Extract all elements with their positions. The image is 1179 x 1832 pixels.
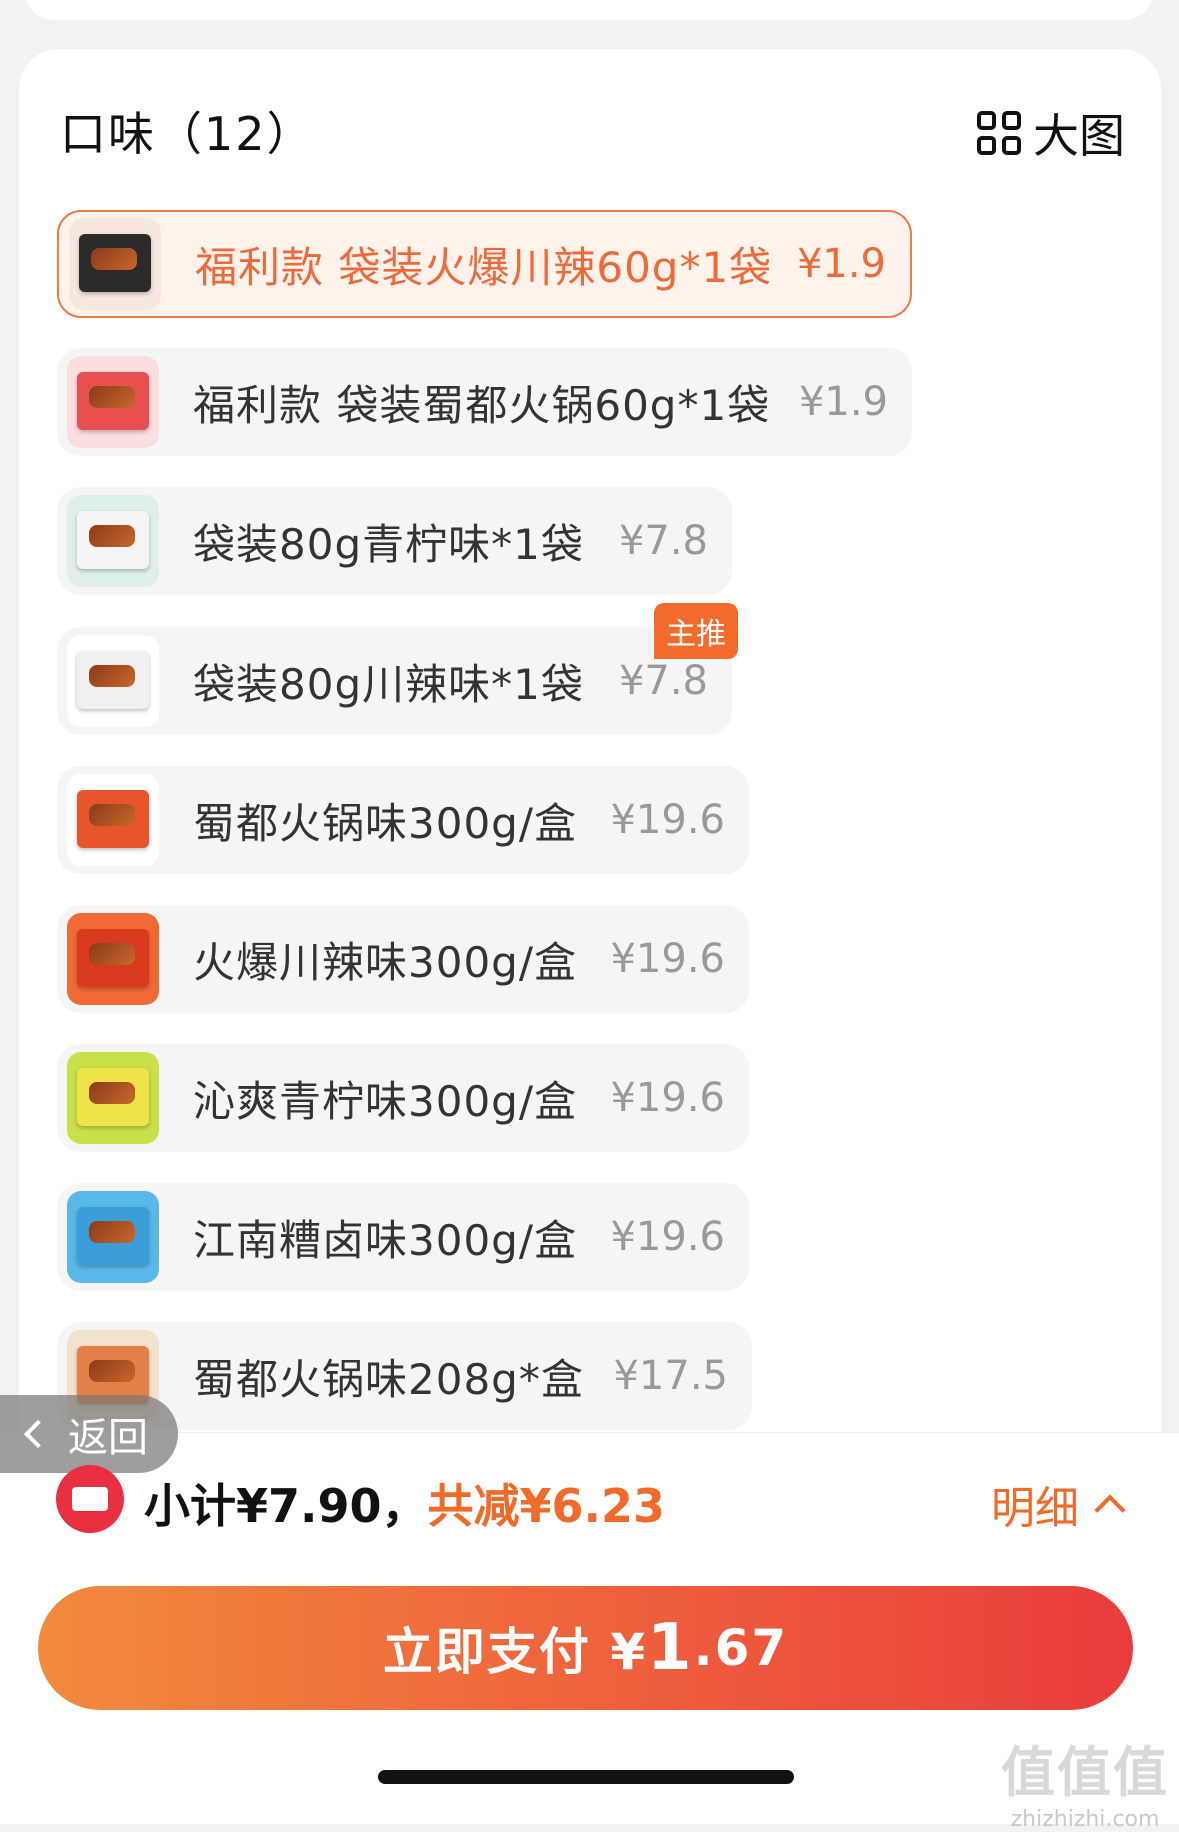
option-label: 火爆川辣味300g/盒	[193, 937, 577, 987]
option-price: ¥19.6	[610, 1075, 725, 1121]
pay-now-button[interactable]: 立即支付 ¥1.67	[38, 1586, 1133, 1710]
pay-amount-int: 1	[647, 1611, 694, 1685]
detail-button[interactable]: 明细	[991, 1472, 1126, 1536]
watermark-logo: 值值值	[1001, 1741, 1169, 1804]
option-item[interactable]: 福利款 袋装蜀都火锅60g*1袋 ¥1.9	[57, 348, 912, 456]
product-thumbnail	[67, 1191, 159, 1283]
option-item[interactable]: 沁爽青柠味300g/盒 ¥19.6	[57, 1044, 749, 1152]
option-label: 福利款 袋装蜀都火锅60g*1袋	[193, 380, 771, 430]
back-button[interactable]: 返回	[0, 1395, 178, 1473]
previous-card	[24, 0, 1154, 20]
discount-text: 共减¥6.23	[427, 1479, 666, 1533]
option-label: 福利款 袋装火爆川辣60g*1袋	[195, 242, 773, 292]
option-item[interactable]: 火爆川辣味300g/盒 ¥19.6	[57, 905, 749, 1013]
option-item[interactable]: 袋装80g青柠味*1袋 ¥7.8	[57, 487, 732, 595]
pay-label: 立即支付 ¥	[382, 1623, 648, 1681]
option-label: 沁爽青柠味300g/盒	[193, 1076, 577, 1126]
product-thumbnail	[67, 1052, 159, 1144]
chevron-up-icon	[1094, 1494, 1126, 1526]
detail-label: 明细	[991, 1483, 1079, 1534]
product-thumbnail	[67, 913, 159, 1005]
product-thumbnail	[67, 774, 159, 866]
option-label: 袋装80g川辣味*1袋	[193, 659, 584, 709]
chevron-left-icon	[23, 1419, 53, 1449]
option-item[interactable]: 蜀都火锅味300g/盒 ¥19.6	[57, 766, 749, 874]
option-label: 江南糟卤味300g/盒	[193, 1215, 577, 1265]
product-thumbnail	[67, 356, 159, 448]
option-price: ¥1.9	[796, 241, 886, 287]
coupon-icon	[56, 1465, 124, 1533]
option-item[interactable]: 江南糟卤味300g/盒 ¥19.6	[57, 1183, 749, 1291]
home-indicator	[378, 1770, 794, 1784]
option-label: 蜀都火锅味300g/盒	[193, 798, 577, 848]
watermark: 值值值 zhizhizhi.com	[1001, 1728, 1169, 1832]
product-thumbnail	[69, 218, 161, 310]
option-price: ¥1.9	[798, 379, 888, 425]
option-price: ¥7.8	[618, 658, 708, 704]
option-price: ¥19.6	[610, 1214, 725, 1260]
recommended-badge: 主推	[654, 603, 738, 659]
option-item[interactable]: 福利款 袋装火爆川辣60g*1袋 ¥1.9	[57, 210, 912, 318]
watermark-url: zhizhizhi.com	[1010, 1807, 1160, 1832]
grid-icon	[977, 111, 1021, 155]
product-thumbnail	[67, 495, 159, 587]
product-thumbnail	[67, 635, 159, 727]
option-price: ¥19.6	[610, 797, 725, 843]
option-price: ¥17.5	[613, 1353, 728, 1399]
big-image-label: 大图	[1033, 109, 1125, 163]
option-price: ¥19.6	[610, 936, 725, 982]
subtotal-text: 小计¥7.90，	[144, 1479, 428, 1533]
option-label: 蜀都火锅味208g*盒	[193, 1354, 584, 1404]
subtotal-summary: 小计¥7.90，共减¥6.23	[144, 1470, 665, 1536]
section-title: 口味（12）	[60, 107, 315, 161]
big-image-toggle[interactable]: 大图	[977, 100, 1125, 166]
pay-amount-dec: .67	[693, 1619, 789, 1677]
option-item[interactable]: 袋装80g川辣味*1袋 ¥7.8 主推	[57, 603, 738, 735]
back-label: 返回	[68, 1415, 148, 1461]
option-label: 袋装80g青柠味*1袋	[193, 519, 584, 569]
option-price: ¥7.8	[618, 518, 708, 564]
